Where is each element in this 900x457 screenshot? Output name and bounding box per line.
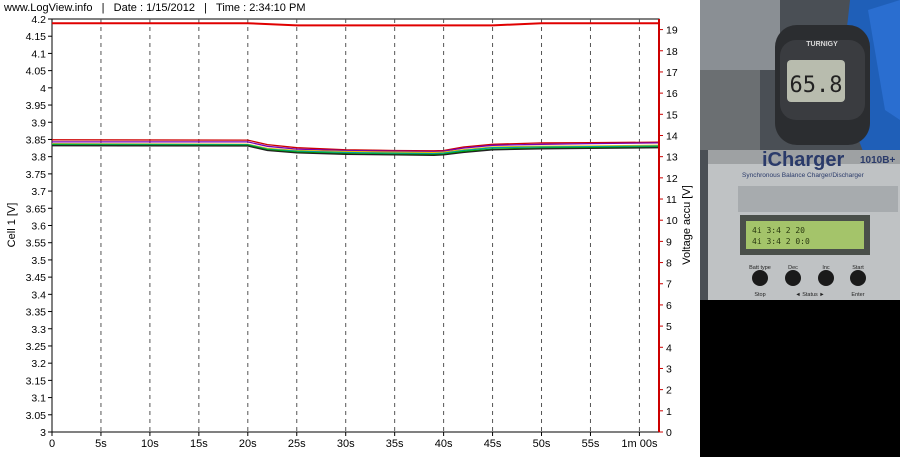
- right-tick-label: 3: [666, 363, 672, 375]
- left-tick-label: 3.6: [31, 221, 46, 233]
- left-tick-label: 4: [40, 83, 46, 95]
- start-button: [850, 270, 866, 286]
- x-tick-label: 20s: [239, 438, 257, 450]
- charger-subtitle: Synchronous Balance Charger/Discharger: [742, 172, 865, 179]
- x-tick-label: 35s: [386, 438, 404, 450]
- left-tick-label: 4.15: [26, 31, 47, 43]
- left-tick-label: 4.2: [31, 14, 46, 26]
- left-tick-label: 3.3: [31, 324, 46, 336]
- button-label-0: Batt type: [749, 265, 771, 271]
- right-tick-label: 8: [666, 258, 672, 270]
- right-tick-label: 17: [666, 67, 678, 79]
- voltage-chart: 3 3.05 3.1 3.15 3.2 3.25 3.3 3.35 3.4 3.45 3.5 3.55…: [6, 14, 693, 450]
- photo-black-area: [700, 300, 900, 457]
- x-tick-label: 55s: [582, 438, 600, 450]
- right-tick-label: 19: [666, 25, 678, 37]
- left-tick-label: 3.65: [26, 203, 47, 215]
- left-tick-label: 3.75: [26, 169, 47, 181]
- charger-model: 1010B+: [860, 155, 895, 166]
- right-tick-label: 5: [666, 321, 672, 333]
- left-tick-label: 3.4: [31, 289, 46, 301]
- left-tick-label: 3.95: [26, 100, 47, 112]
- right-tick-label: 9: [666, 236, 672, 248]
- right-tick-label: 0: [666, 427, 672, 439]
- right-tick-label: 11: [666, 194, 677, 206]
- x-tick-label: 25s: [288, 438, 306, 450]
- button-label-2: Inc: [822, 265, 830, 271]
- right-tick-label: 1: [666, 406, 672, 418]
- x-tick-label: 45s: [484, 438, 502, 450]
- left-tick-label: 3.15: [26, 375, 47, 387]
- right-tick-label: 18: [666, 46, 678, 58]
- x-tick-label: 0: [49, 438, 55, 450]
- left-tick-label: 3.05: [26, 410, 47, 422]
- right-tick-label: 7: [666, 279, 672, 291]
- batt-type-button: [752, 270, 768, 286]
- svg-text:4i 3:4 2 20: 4i 3:4 2 20: [752, 226, 805, 235]
- charger-photo: TURNIGY 65.8 iCharger 1010B+ Synchronous…: [700, 0, 900, 300]
- x-tick-label: 50s: [533, 438, 551, 450]
- right-axis-label: Voltage accu [V]: [681, 185, 693, 265]
- right-tick-label: 2: [666, 385, 672, 397]
- left-axis: 3 3.05 3.1 3.15 3.2 3.25 3.3 3.35 3.4 3.45 3.5 3.55…: [26, 14, 52, 439]
- right-tick-label: 6: [666, 300, 672, 312]
- plot-area: [51, 18, 660, 433]
- x-tick-label: 1m 00s: [621, 438, 658, 450]
- inc-button: [818, 270, 834, 286]
- right-tick-label: 14: [666, 130, 678, 142]
- left-tick-label: 3.45: [26, 272, 47, 284]
- thermometer-brand: TURNIGY: [806, 41, 838, 48]
- left-axis-label: Cell 1 [V]: [6, 203, 18, 248]
- x-tick-label: 40s: [435, 438, 453, 450]
- x-axis: 0 5s 10s 15s 20s 25s 30s 35s 40s 45s 50s 55s 1m 00s: [49, 432, 658, 450]
- left-tick-label: 3.35: [26, 307, 47, 319]
- right-axis: 012345678910111213141516171819: [659, 25, 678, 439]
- left-tick-label: 3.2: [31, 358, 46, 370]
- right-tick-label: 4: [666, 342, 672, 354]
- right-tick-label: 13: [666, 152, 678, 164]
- left-tick-label: 3.25: [26, 341, 47, 353]
- x-tick-label: 15s: [190, 438, 208, 450]
- charger-name: iCharger: [762, 149, 844, 171]
- svg-text:4i 3:4 2 0:0: 4i 3:4 2 0:0: [752, 237, 810, 246]
- left-tick-label: 3.1: [31, 393, 46, 405]
- left-tick-label: 3: [40, 427, 46, 439]
- x-tick-label: 30s: [337, 438, 355, 450]
- right-tick-label: 15: [666, 109, 678, 121]
- left-tick-label: 3.9: [31, 117, 46, 129]
- right-tick-label: 10: [666, 215, 678, 227]
- right-tick-label: 16: [666, 88, 678, 100]
- dec-button: [785, 270, 801, 286]
- x-tick-label: 10s: [141, 438, 159, 450]
- right-tick-label: 12: [666, 173, 678, 185]
- button-sublabel-0: Stop: [754, 292, 765, 298]
- button-sublabel-2: Enter: [851, 292, 864, 298]
- x-tick-label: 5s: [95, 438, 107, 450]
- left-tick-label: 4.05: [26, 66, 47, 78]
- left-tick-label: 3.8: [31, 152, 46, 164]
- left-tick-label: 3.85: [26, 134, 47, 146]
- left-tick-label: 3.7: [31, 186, 46, 198]
- left-tick-label: 4.1: [31, 48, 46, 60]
- button-sublabel-1: ◄ Status ►: [795, 292, 825, 298]
- left-tick-label: 3.55: [26, 238, 47, 250]
- thermometer-reading: 65.8: [790, 73, 843, 98]
- button-label-1: Dec: [788, 265, 798, 271]
- left-tick-label: 3.5: [31, 255, 46, 267]
- button-label-3: Start: [852, 265, 864, 271]
